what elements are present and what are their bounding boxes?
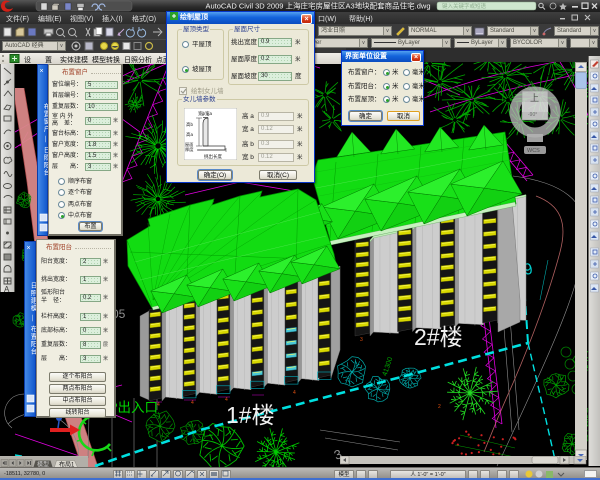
- svg-text:4: 4: [191, 400, 194, 406]
- svg-text:挑出长度: 挑出长度: [204, 153, 222, 160]
- svg-text:?出入口: ?出入口: [110, 400, 158, 415]
- svg-text:键入关键字或短语: 键入关键字或短语: [442, 2, 487, 10]
- svg-text:AutoCAD Civil 3D 2009 上海庄宅房屋住: AutoCAD Civil 3D 2009 上海庄宅房屋住区A3地块配套商品住宅…: [205, 1, 430, 11]
- svg-text:4: 4: [293, 390, 296, 396]
- svg-text:3: 3: [360, 337, 363, 343]
- svg-text:WCS: WCS: [527, 148, 540, 154]
- svg-text:北: 北: [527, 85, 532, 92]
- svg-text:厚度: 厚度: [185, 146, 194, 153]
- svg-text:高b: 高b: [186, 121, 193, 128]
- svg-text:上: 上: [530, 93, 539, 103]
- svg-text:A: A: [4, 285, 10, 292]
- svg-text:2#楼: 2#楼: [414, 324, 463, 350]
- svg-text:2: 2: [438, 404, 441, 410]
- svg-text:-90°: -90°: [528, 112, 537, 118]
- svg-text:高a: 高a: [186, 131, 193, 138]
- svg-text:宽b宽a: 宽b宽a: [198, 110, 213, 117]
- svg-text:1#楼: 1#楼: [226, 402, 275, 428]
